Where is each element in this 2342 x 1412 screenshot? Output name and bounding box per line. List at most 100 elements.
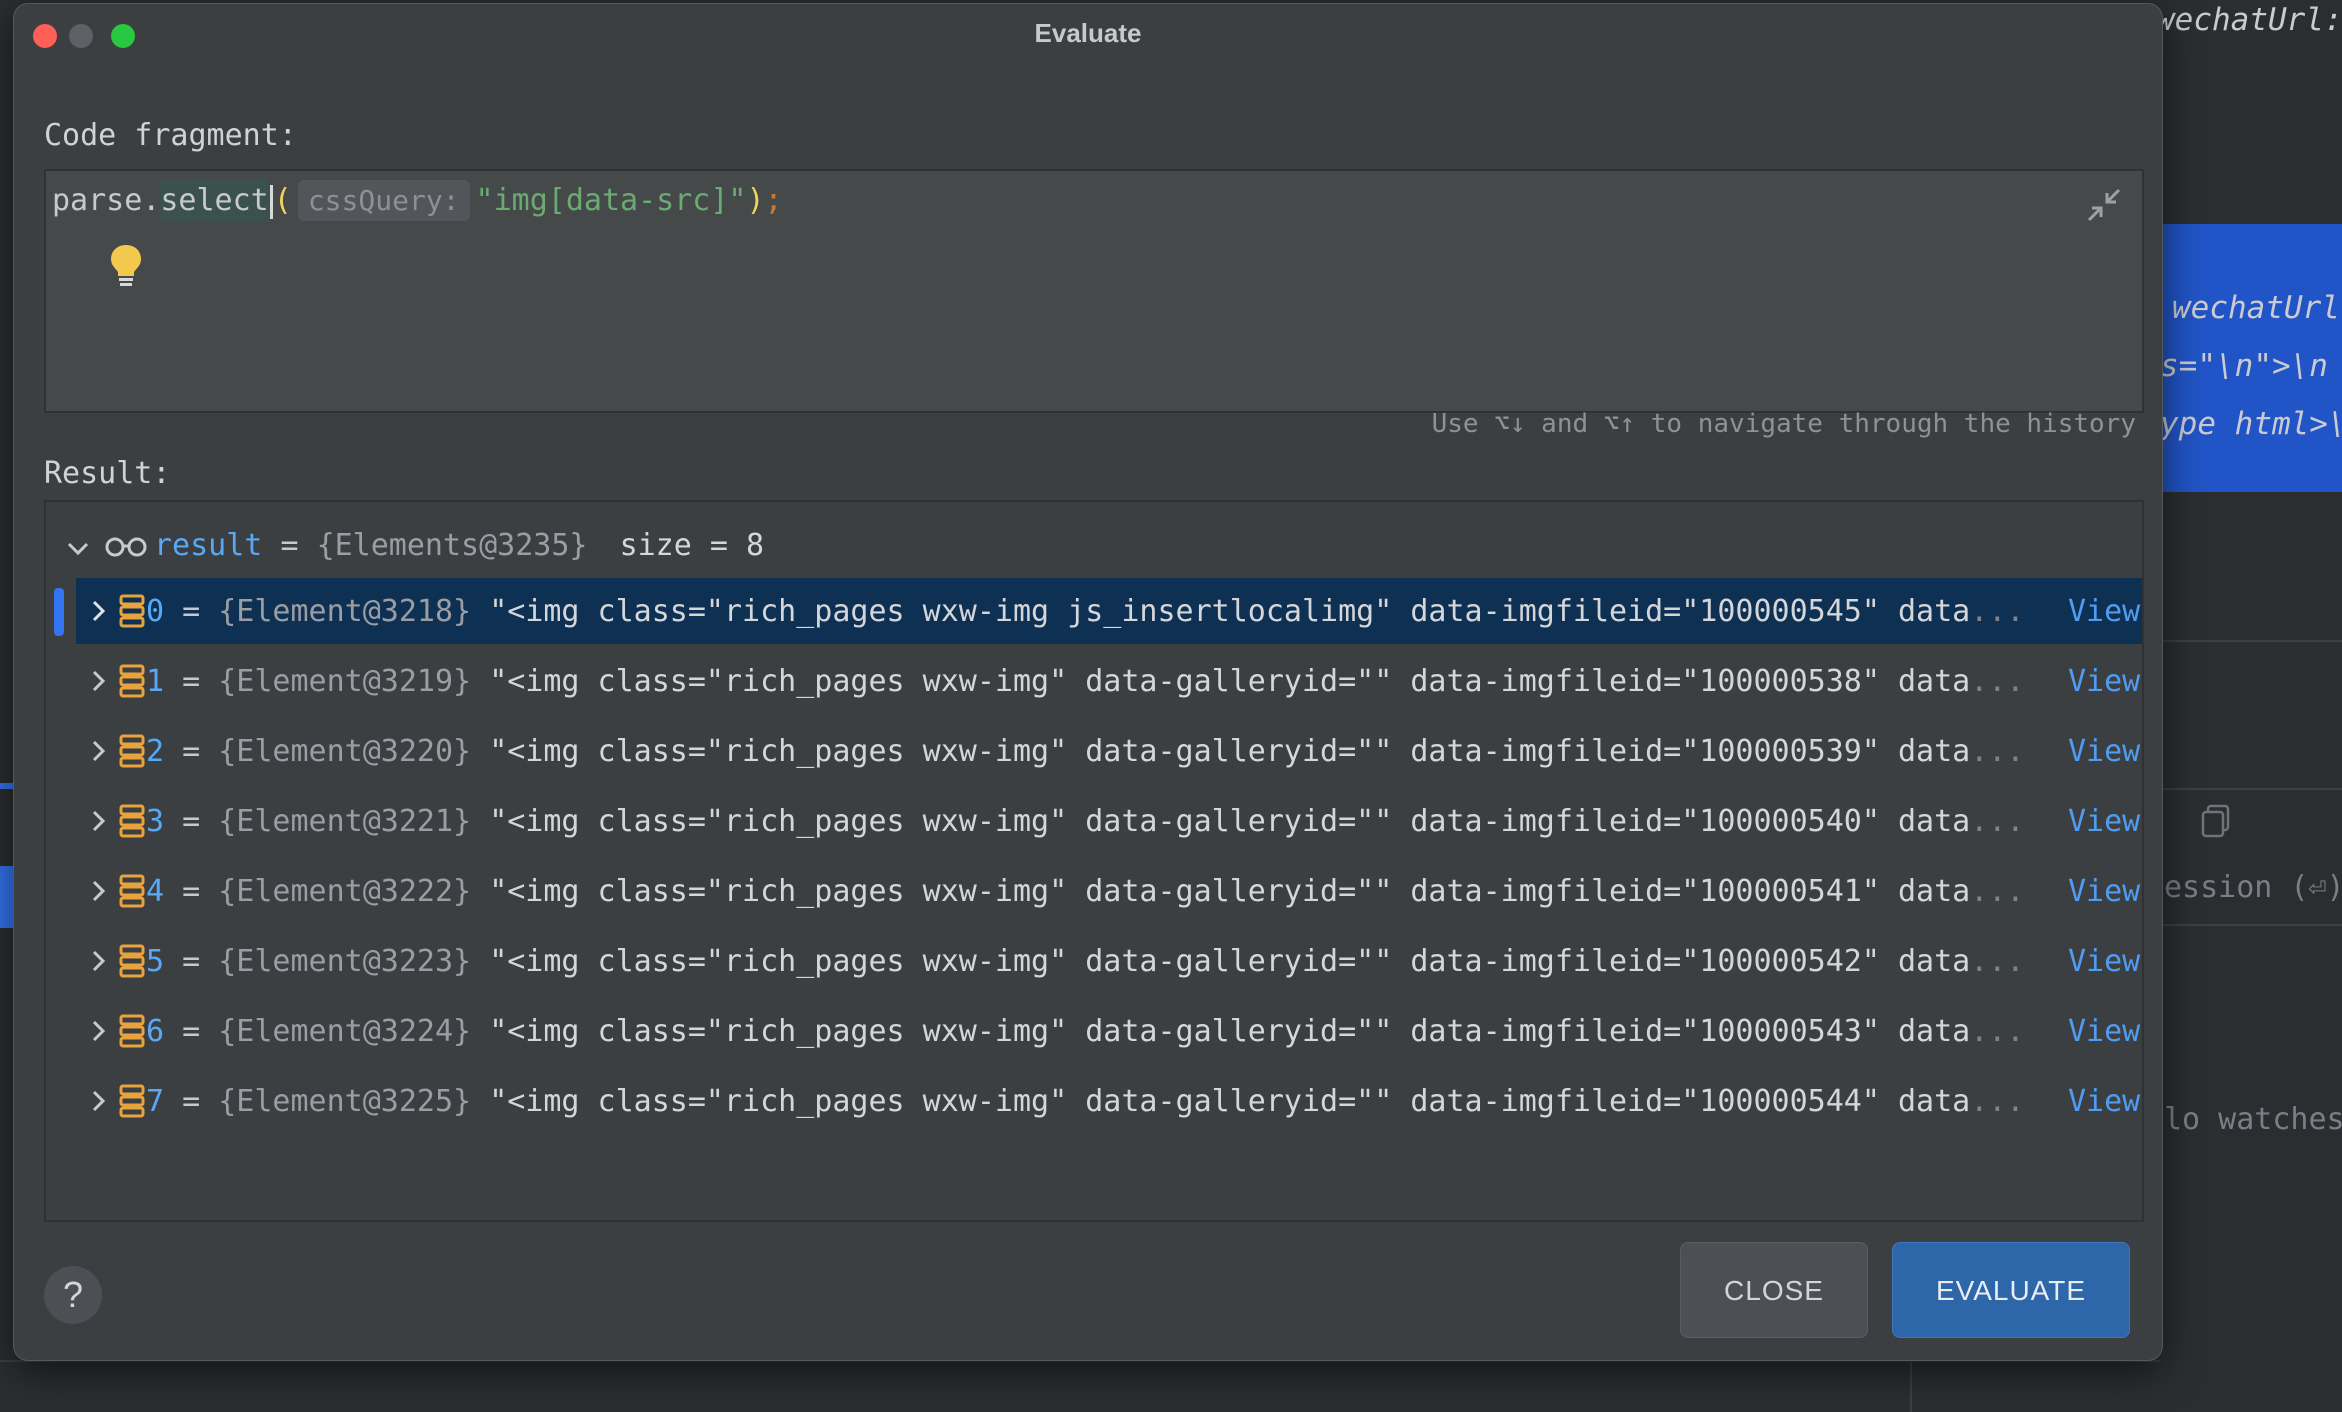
child-ref: {Element@3222}: [218, 874, 472, 909]
child-ref: {Element@3221}: [218, 804, 472, 839]
history-hint: Use ⌥↓ and ⌥↑ to navigate through the hi…: [1431, 409, 2136, 439]
child-value: "<img class="rich_pages wxw-img" data-ga…: [489, 804, 1971, 839]
result-child-row[interactable]: 7 = {Element@3225} "<img class="rich_pag…: [46, 1068, 2142, 1134]
ellipsis: ...: [1970, 664, 2025, 699]
parameter-hint: cssQuery:: [297, 180, 470, 221]
child-value: "<img class="rich_pages wxw-img" data-ga…: [489, 1084, 1971, 1119]
code-open-paren: (: [273, 183, 292, 218]
dialog-title: Evaluate: [1034, 18, 1142, 48]
dialog-titlebar[interactable]: Evaluate: [14, 4, 2162, 60]
equals-sign: =: [182, 1014, 201, 1049]
code-fragment-editor[interactable]: parse.select(cssQuery: "img[data-src]");: [44, 169, 2144, 413]
child-ref: {Element@3225}: [218, 1084, 472, 1119]
result-name: result: [154, 528, 263, 563]
equals-sign: =: [182, 874, 201, 909]
collapse-arrows-icon[interactable]: [2084, 185, 2124, 225]
view-link[interactable]: View: [2068, 942, 2140, 982]
view-link[interactable]: View: [2068, 592, 2140, 632]
chevron-down-icon[interactable]: [66, 536, 90, 560]
editor-selection: wechatUrl s="\n">\n ype html>\: [2160, 224, 2342, 492]
stack-icon: [119, 944, 145, 978]
ellipsis: ...: [1970, 734, 2025, 769]
child-value: "<img class="rich_pages wxw-img" data-ga…: [489, 874, 1971, 909]
view-link[interactable]: View: [2068, 872, 2140, 912]
result-child-row[interactable]: 6 = {Element@3224} "<img class="rich_pag…: [46, 998, 2142, 1064]
editor-line: ype html>\: [2160, 406, 2342, 442]
chevron-right-icon[interactable]: [86, 1019, 110, 1043]
result-child-row[interactable]: 3 = {Element@3221} "<img class="rich_pag…: [46, 788, 2142, 854]
child-ref: {Element@3220}: [218, 734, 472, 769]
equals-sign: =: [182, 664, 201, 699]
result-child-row[interactable]: 4 = {Element@3222} "<img class="rich_pag…: [46, 858, 2142, 924]
child-value: "<img class="rich_pages wxw-img" data-ga…: [489, 664, 1971, 699]
code-receiver: parse.: [52, 183, 161, 218]
help-button[interactable]: ?: [44, 1266, 102, 1324]
glasses-icon: [105, 537, 147, 557]
child-value: "<img class="rich_pages wxw-img" data-ga…: [489, 944, 1971, 979]
result-root-row[interactable]: result = {Elements@3235} size = 8: [46, 512, 2142, 578]
editor-line: wechatUrl:: [2160, 2, 2342, 38]
panel-divider: [2160, 640, 2342, 642]
child-index: 2: [146, 734, 165, 769]
child-ref: {Element@3219}: [218, 664, 472, 699]
selection-marker: [54, 588, 64, 636]
code-line[interactable]: parse.select(cssQuery: "img[data-src]");: [52, 179, 783, 222]
view-link[interactable]: View: [2068, 1012, 2140, 1052]
equals-sign: =: [182, 734, 201, 769]
ellipsis: ...: [1970, 594, 2025, 629]
equals-sign: =: [182, 1084, 201, 1119]
stack-icon: [119, 1084, 145, 1118]
view-link[interactable]: View: [2068, 662, 2140, 702]
chevron-right-icon[interactable]: [86, 949, 110, 973]
view-link[interactable]: View: [2068, 1082, 2140, 1122]
evaluate-dialog: Evaluate Code fragment: parse.select(css…: [14, 4, 2162, 1360]
child-ref: {Element@3218}: [218, 594, 472, 629]
child-ref: {Element@3224}: [218, 1014, 472, 1049]
chevron-right-icon[interactable]: [86, 1089, 110, 1113]
child-index: 3: [146, 804, 165, 839]
chevron-right-icon[interactable]: [86, 739, 110, 763]
code-argument: "img[data-src]": [475, 183, 747, 218]
stack-icon: [119, 664, 145, 698]
child-value: "<img class="rich_pages wxw-img" data-ga…: [489, 1014, 1971, 1049]
stack-icon: [119, 594, 145, 628]
result-child-row[interactable]: 2 = {Element@3220} "<img class="rich_pag…: [46, 718, 2142, 784]
child-ref: {Element@3223}: [218, 944, 472, 979]
chevron-right-icon[interactable]: [86, 669, 110, 693]
view-link[interactable]: View: [2068, 802, 2140, 842]
panel-divider: [2160, 924, 2342, 926]
ellipsis: ...: [1970, 1084, 2025, 1119]
chevron-right-icon[interactable]: [86, 599, 110, 623]
child-index: 5: [146, 944, 165, 979]
close-button[interactable]: CLOSE: [1680, 1242, 1868, 1338]
result-child-row[interactable]: 0 = {Element@3218} "<img class="rich_pag…: [46, 578, 2142, 644]
equals-sign: =: [182, 594, 201, 629]
child-index: 7: [146, 1084, 165, 1119]
view-link[interactable]: View: [2068, 732, 2140, 772]
result-label: Result:: [44, 456, 171, 491]
result-child-row[interactable]: 5 = {Element@3223} "<img class="rich_pag…: [46, 928, 2142, 994]
editor-right-panel: wechatUrl:: [2160, 0, 2342, 1412]
child-index: 6: [146, 1014, 165, 1049]
ellipsis: ...: [1970, 804, 2025, 839]
stack-icon: [119, 1014, 145, 1048]
ellipsis: ...: [1970, 874, 2025, 909]
result-child-row[interactable]: 1 = {Element@3219} "<img class="rich_pag…: [46, 648, 2142, 714]
equals-sign: =: [280, 528, 299, 563]
stack-icon: [119, 874, 145, 908]
stack-icon: [119, 804, 145, 838]
copy-icon[interactable]: [2200, 804, 2232, 838]
result-tree[interactable]: result = {Elements@3235} size = 8 0 = {E…: [44, 500, 2144, 1222]
stack-icon: [119, 734, 145, 768]
left-accent-tab: [0, 866, 14, 928]
child-index: 0: [146, 594, 165, 629]
chevron-right-icon[interactable]: [86, 879, 110, 903]
code-method: select: [160, 179, 269, 222]
result-size: size = 8: [619, 528, 765, 563]
code-fragment-label: Code fragment:: [44, 118, 297, 153]
code-semicolon: ;: [764, 183, 783, 218]
panel-divider: [2160, 788, 2342, 790]
chevron-right-icon[interactable]: [86, 809, 110, 833]
lightbulb-icon[interactable]: [108, 243, 144, 289]
evaluate-button[interactable]: EVALUATE: [1892, 1242, 2130, 1338]
